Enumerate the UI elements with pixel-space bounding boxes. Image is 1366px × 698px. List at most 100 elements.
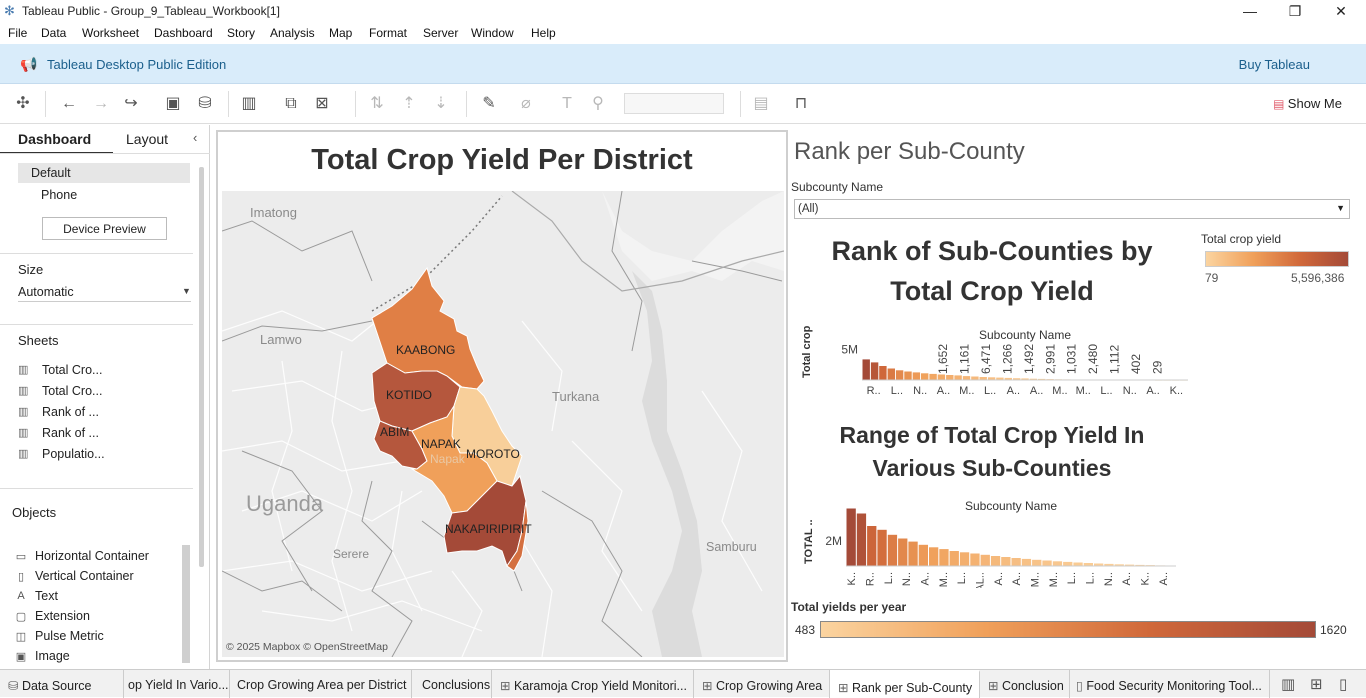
menu-help[interactable]: Help xyxy=(531,26,556,40)
chart-bar xyxy=(904,371,912,380)
chart-x-tick-label: M.. xyxy=(1030,572,1042,587)
presentation-mode-icon[interactable]: ⊓ xyxy=(790,93,812,115)
chart-bar xyxy=(895,370,904,380)
device-preview-button[interactable]: Device Preview xyxy=(42,217,167,240)
tab-dashboard-sheet-active[interactable]: ⊞ Rank per Sub-County xyxy=(830,670,980,698)
tab-dashboard-sheet[interactable]: ⊞ Karamoja Crop Yield Monitori... xyxy=(492,670,694,698)
chart-y-tick: 5M xyxy=(841,343,858,357)
sheet-item[interactable]: Rank of ... xyxy=(42,405,99,419)
chart1-svg[interactable]: Subcounty Name Total crop .. 5M R.. L.. N.. A.… xyxy=(790,326,1210,406)
object-text[interactable]: Text xyxy=(35,589,58,603)
menu-data[interactable]: Data xyxy=(41,26,66,40)
save-icon[interactable]: ▣ xyxy=(162,93,184,115)
tab-dashboard-sheet[interactable]: ⊞ Crop Growing Area xyxy=(694,670,830,698)
pin-icon[interactable]: ⚲ xyxy=(587,93,609,115)
labels-icon[interactable]: T xyxy=(556,93,578,115)
sheet-item[interactable]: Populatio... xyxy=(42,447,105,461)
text-object-icon: A xyxy=(17,590,25,602)
fit-dropdown[interactable] xyxy=(624,93,724,114)
replay-icon[interactable]: ↪ xyxy=(120,93,142,115)
close-icon[interactable]: ✕ xyxy=(1329,2,1353,20)
menu-story[interactable]: Story xyxy=(227,26,255,40)
object-extension[interactable]: Extension xyxy=(35,609,90,623)
collapse-pane-icon[interactable]: ‹ xyxy=(193,130,197,145)
sheet-item[interactable]: Total Cro... xyxy=(42,363,102,377)
story-icon: ▯ xyxy=(1076,679,1087,693)
tab-dashboard-sheet[interactable]: ⊞ Conclusion xyxy=(980,670,1070,698)
undo-icon[interactable]: ← xyxy=(58,93,80,115)
buy-tableau-link[interactable]: Buy Tableau xyxy=(1239,57,1310,72)
size-dropdown-arrow-icon[interactable]: ▼ xyxy=(182,286,191,296)
show-me-icon: ▤ xyxy=(1273,97,1288,111)
legend-min: 79 xyxy=(1205,271,1219,285)
new-worksheet-icon[interactable]: ▥ xyxy=(238,93,260,115)
menu-dashboard[interactable]: Dashboard xyxy=(154,26,213,40)
tableau-home-icon[interactable]: ✣ xyxy=(12,93,34,115)
highlight-icon[interactable]: ✎ xyxy=(478,93,500,115)
swap-icon[interactable]: ⇅ xyxy=(366,93,388,115)
redo-icon[interactable]: → xyxy=(90,93,112,115)
tab-story[interactable]: ▯ Food Security Monitoring Tool... xyxy=(1070,670,1270,698)
yearly-min: 483 xyxy=(795,623,816,637)
dashboard-side-pane: Dashboard Layout ‹ Default Phone Device … xyxy=(0,125,210,669)
chart-x-tick-label: M.. xyxy=(959,385,974,397)
minimize-icon[interactable]: — xyxy=(1238,2,1262,20)
sort-ascending-icon[interactable]: ⇡ xyxy=(398,93,420,115)
dashboard-icon: ⊞ xyxy=(988,679,1002,693)
duplicate-sheet-icon[interactable]: ⧉ xyxy=(280,93,302,115)
chart-bar xyxy=(990,556,1001,566)
dashboard-icon: ⊞ xyxy=(838,681,852,695)
menu-server[interactable]: Server xyxy=(423,26,458,40)
menu-bar: File Data Worksheet Dashboard Story Anal… xyxy=(0,22,1366,44)
menu-analysis[interactable]: Analysis xyxy=(270,26,315,40)
menu-format[interactable]: Format xyxy=(369,26,407,40)
yearly-ramp-bar[interactable] xyxy=(820,621,1316,638)
new-story-tab-icon[interactable]: ▯ xyxy=(1339,675,1347,693)
new-dashboard-tab-icon[interactable]: ⊞ xyxy=(1310,675,1323,693)
menu-file[interactable]: File xyxy=(8,26,27,40)
sheet-item[interactable]: Rank of ... xyxy=(42,426,99,440)
district-label: ABIM xyxy=(380,425,410,439)
chart2-svg[interactable]: Subcounty Name TOTAL .. 2M K.. R.. L.. N.. A.. M… xyxy=(790,496,1210,588)
chart-bar xyxy=(898,538,908,566)
restore-icon[interactable]: ❐ xyxy=(1283,2,1307,20)
tab-sheet[interactable]: Conclusions xyxy=(412,670,492,698)
object-pulse-metric[interactable]: Pulse Metric xyxy=(35,629,104,643)
district-map[interactable]: Imatong Lamwo Turkana Uganda Serere Samb… xyxy=(222,191,784,657)
sort-descending-icon[interactable]: ⇣ xyxy=(430,93,452,115)
device-default[interactable]: Default xyxy=(18,163,190,183)
object-image[interactable]: Image xyxy=(35,649,70,663)
tab-dashboard[interactable]: Dashboard xyxy=(18,131,91,147)
sheet-item[interactable]: Total Cro... xyxy=(42,384,102,398)
new-datasource-icon[interactable]: ⛁ xyxy=(194,93,216,115)
tab-sheet[interactable]: op Yield In Vario... xyxy=(124,670,230,698)
pane-scrollbar[interactable] xyxy=(199,167,204,567)
subcounty-filter-dropdown[interactable]: (All) ▼ xyxy=(794,199,1350,219)
tab-data-source[interactable]: ⛁ Data Source xyxy=(0,670,124,698)
database-icon: ⛁ xyxy=(8,679,22,693)
tab-layout[interactable]: Layout xyxy=(126,131,168,147)
size-dropdown[interactable]: Automatic xyxy=(18,285,74,299)
right-heading: Rank per Sub-County xyxy=(794,138,1025,165)
menu-window[interactable]: Window xyxy=(471,26,514,40)
new-worksheet-tab-icon[interactable]: ▥ xyxy=(1281,675,1295,693)
map-label-country: Uganda xyxy=(246,491,324,516)
megaphone-icon: 📢 xyxy=(20,56,38,72)
chart-bar xyxy=(887,368,895,380)
menu-worksheet[interactable]: Worksheet xyxy=(82,26,139,40)
menu-map[interactable]: Map xyxy=(329,26,352,40)
object-horizontal-container[interactable]: Horizontal Container xyxy=(35,549,149,563)
object-vertical-container[interactable]: Vertical Container xyxy=(35,569,134,583)
tab-sheet[interactable]: Crop Growing Area per District xyxy=(230,670,412,698)
show-me-button[interactable]: ▤ Show Me xyxy=(1273,96,1342,111)
group-icon[interactable]: ⌀ xyxy=(515,93,537,115)
device-phone[interactable]: Phone xyxy=(41,188,77,202)
clear-sheet-icon[interactable]: ⊠ xyxy=(311,93,333,115)
chart-x-tick-label: A.. xyxy=(1121,572,1133,585)
objects-scrollbar[interactable] xyxy=(182,545,190,663)
fit-icon[interactable]: ▤ xyxy=(750,93,772,115)
legend-title: Total crop yield xyxy=(1201,232,1282,246)
chart-bar xyxy=(1063,561,1073,566)
chart-data-label: 402 xyxy=(1129,354,1143,374)
map-label-region: Turkana xyxy=(552,389,600,404)
